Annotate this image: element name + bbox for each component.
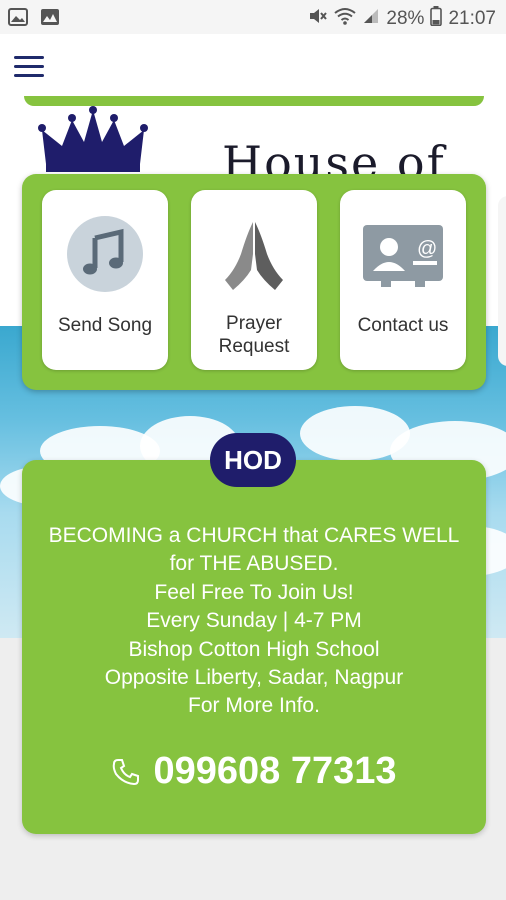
- app-bar: [0, 34, 506, 96]
- contact-us-label: Contact us: [357, 315, 449, 336]
- signal-icon: [362, 7, 380, 31]
- phone-number: 099608 77313: [153, 750, 397, 792]
- hamburger-menu-icon[interactable]: [14, 56, 44, 78]
- contact-card-icon: @: [363, 225, 443, 287]
- prayer-request-button[interactable]: Prayer Request: [191, 190, 317, 370]
- battery-icon: [430, 6, 443, 32]
- info-line: Opposite Liberty, Sadar, Nagpur: [104, 666, 404, 690]
- music-note-icon: [67, 216, 143, 292]
- info-text: BECOMING a CHURCH that CARES WELL for TH…: [22, 522, 486, 721]
- quick-actions-panel: Send Song Prayer Request @ Contact us: [22, 174, 486, 390]
- gallery-icon: [40, 8, 60, 31]
- info-line: Every Sunday | 4-7 PM: [146, 609, 362, 633]
- info-panel: BECOMING a CHURCH that CARES WELL for TH…: [22, 460, 486, 834]
- header-accent-strip: [24, 96, 484, 106]
- info-line: BECOMING a CHURCH that CARES WELL: [48, 524, 460, 547]
- hod-badge: HOD: [210, 433, 296, 487]
- mute-icon: [308, 7, 328, 31]
- status-bar: 28% 21:07: [0, 0, 506, 34]
- praying-hands-icon: [225, 222, 283, 290]
- phone-icon: [113, 758, 140, 785]
- phone-link[interactable]: 099608 77313: [22, 750, 486, 793]
- info-line: For More Info.: [188, 694, 320, 718]
- next-card-peek: [498, 196, 506, 366]
- clock: 21:07: [448, 8, 496, 29]
- info-line: for THE ABUSED.: [169, 552, 339, 576]
- info-line: Bishop Cotton High School: [128, 637, 380, 661]
- image-icon: [8, 8, 28, 31]
- prayer-request-label: Prayer Request: [218, 313, 290, 357]
- info-line: Feel Free To Join Us!: [154, 580, 354, 604]
- send-song-button[interactable]: Send Song: [42, 190, 168, 370]
- svg-text:@: @: [417, 238, 437, 260]
- battery-percent: 28%: [386, 8, 425, 29]
- send-song-label: Send Song: [57, 315, 153, 336]
- crown-logo-icon: [38, 106, 148, 181]
- contact-us-button[interactable]: @ Contact us: [340, 190, 466, 370]
- wifi-icon: [334, 7, 357, 31]
